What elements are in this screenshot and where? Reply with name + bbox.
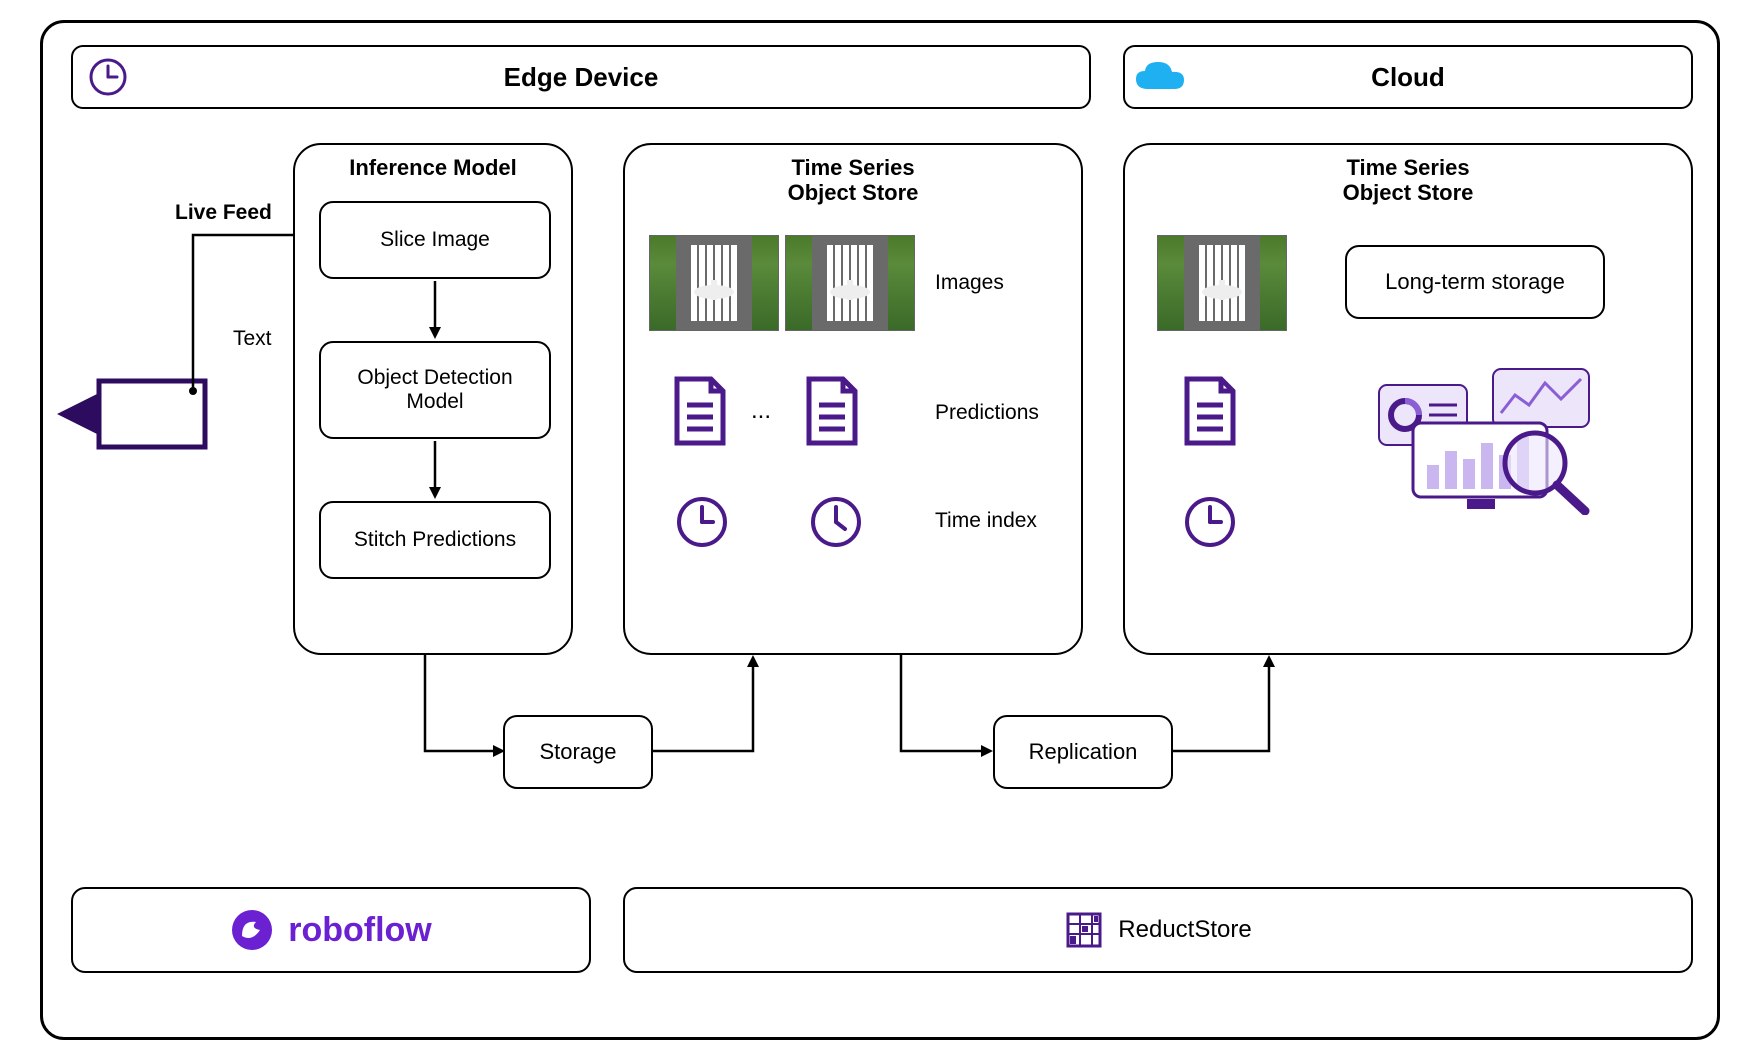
reductstore-logo-icon: [1064, 910, 1104, 950]
roboflow-brand-text: roboflow: [288, 911, 432, 950]
header-cloud: Cloud: [1123, 45, 1693, 109]
step-slice-label: Slice Image: [380, 228, 490, 252]
runway-image-icon: [785, 235, 915, 331]
arrow-replication-to-cloud: [1173, 643, 1293, 763]
tsos-cloud-title: Time Series Object Store: [1125, 155, 1691, 206]
runway-image-icon: [649, 235, 779, 331]
tsos-edge-title: Time Series Object Store: [625, 155, 1081, 206]
replication-box: Replication: [993, 715, 1173, 789]
camera-icon: [57, 359, 217, 469]
longterm-label: Long-term storage: [1385, 269, 1565, 295]
arrow-storage-to-tsos: [653, 643, 773, 763]
step-stitch-predictions: Stitch Predictions: [319, 501, 551, 579]
tsos-cloud-group: Time Series Object Store Long-term stora…: [1123, 143, 1693, 655]
clock-icon: [1183, 495, 1237, 549]
runway-image-icon: [1157, 235, 1287, 331]
arrow-slice-to-detect: [423, 281, 447, 341]
diagram-canvas: Edge Device Cloud Live Feed Text Inferen…: [40, 20, 1720, 1040]
clock-icon: [809, 495, 863, 549]
clock-icon: [73, 56, 143, 98]
inference-model-group: Inference Model Slice Image Object Detec…: [293, 143, 573, 655]
document-icon: [1179, 375, 1241, 447]
arrow-tsos-to-replication: [893, 655, 1003, 765]
document-icon: [801, 375, 863, 447]
footer-reductstore: ReductStore: [623, 887, 1693, 973]
tsos-time-label: Time index: [935, 509, 1037, 533]
inference-title: Inference Model: [295, 155, 571, 180]
storage-box: Storage: [503, 715, 653, 789]
tsos-predictions-label: Predictions: [935, 401, 1039, 425]
step-stitch-label: Stitch Predictions: [354, 528, 516, 552]
step-object-detection: Object Detection Model: [319, 341, 551, 439]
step-detect-label: Object Detection Model: [331, 366, 539, 414]
storage-label: Storage: [539, 739, 616, 765]
footer-roboflow: roboflow: [71, 887, 591, 973]
cloud-icon: [1125, 57, 1195, 97]
header-edge-title: Edge Device: [143, 62, 1019, 93]
step-slice-image: Slice Image: [319, 201, 551, 279]
document-icon: [669, 375, 731, 447]
header-edge-device: Edge Device: [71, 45, 1091, 109]
longterm-storage-box: Long-term storage: [1345, 245, 1605, 319]
arrow-detect-to-stitch: [423, 441, 447, 501]
roboflow-logo-icon: [230, 908, 274, 952]
analytics-dashboard-icon: [1375, 365, 1595, 515]
clock-icon: [675, 495, 729, 549]
live-feed-label: Live Feed: [175, 201, 272, 225]
tsos-edge-group: Time Series Object Store Images ... Pred…: [623, 143, 1083, 655]
tsos-images-label: Images: [935, 271, 1004, 295]
header-cloud-title: Cloud: [1195, 62, 1621, 93]
text-label: Text: [233, 327, 272, 351]
replication-label: Replication: [1029, 739, 1138, 765]
reductstore-brand-text: ReductStore: [1118, 916, 1251, 944]
ellipsis-label: ...: [751, 397, 771, 425]
arrow-inference-to-storage: [417, 655, 517, 765]
